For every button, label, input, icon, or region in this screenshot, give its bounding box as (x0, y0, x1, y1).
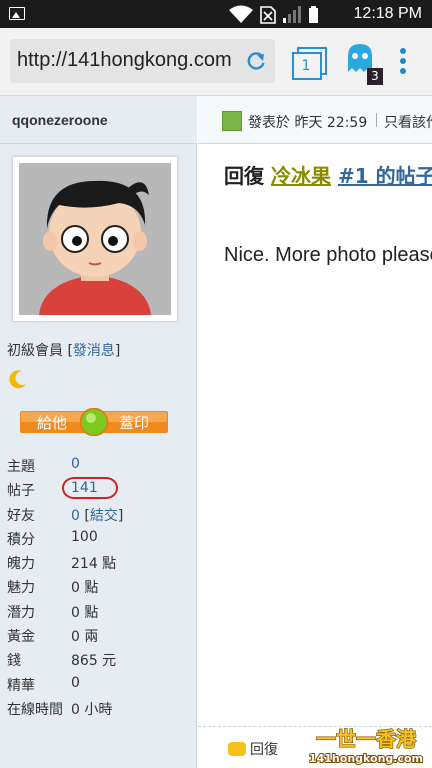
url-text[interactable]: http://141hongkong.com (17, 49, 243, 72)
reload-icon[interactable] (245, 50, 267, 72)
stamp-button[interactable]: 給他 蓋印 (20, 408, 168, 436)
stat-row-potential: 潛力 0 點 (7, 600, 192, 624)
author-header: qqonezeroone (0, 96, 197, 144)
no-sim-icon (260, 6, 276, 24)
stat-label: 好友 (7, 507, 35, 524)
menu-dot-icon (400, 58, 406, 64)
stat-label: 在線時間 (7, 701, 63, 718)
tabs-button[interactable]: 1 (292, 46, 328, 82)
stat-label: 黃金 (7, 629, 35, 646)
menu-dot-icon (400, 48, 406, 54)
stat-row-gold: 黃金 0 兩 (7, 624, 192, 648)
reply-button[interactable]: 回復 (228, 739, 278, 759)
stat-label: 魄力 (7, 556, 35, 573)
browser-toolbar: http://141hongkong.com 1 3 (0, 28, 432, 96)
author-username[interactable]: qqonezeroone (12, 112, 108, 128)
stat-value[interactable]: 141 (71, 480, 98, 496)
stat-label: 主題 (7, 459, 35, 475)
reply-icon (228, 742, 246, 756)
stat-label: 潛力 (7, 604, 35, 621)
avatar[interactable] (12, 156, 178, 322)
stat-label: 帖子 (7, 483, 35, 500)
stat-value[interactable]: 0 (71, 508, 80, 524)
stamp-left-text: 給他 (37, 414, 67, 432)
moon-icon (9, 370, 27, 389)
stamp-right-text: 蓋印 (119, 414, 149, 432)
overflow-menu-button[interactable] (395, 48, 411, 80)
stat-value: 0 (71, 674, 80, 691)
status-bar: 12:18 PM (0, 0, 432, 28)
post-meta-bar: 發表於 昨天 22:59 只看該作者 (198, 96, 432, 144)
wifi-icon (229, 5, 255, 23)
stat-row-friends: 好友 0 [結交] (7, 503, 192, 527)
divider (376, 113, 377, 127)
online-status-icon (222, 111, 242, 131)
url-bar[interactable]: http://141hongkong.com (10, 39, 275, 83)
stat-row-courage: 魄力 214 點 (7, 551, 192, 575)
stat-label: 積分 (7, 531, 35, 548)
reply-user-link[interactable]: 冷冰果 (271, 164, 331, 188)
stat-value: 865 元 (71, 653, 117, 670)
author-sidebar: qqonezeroone 初級會員 [發消息] 給他 蓋印 主題 0 帖子 14… (0, 96, 197, 768)
stat-label: 魅力 (7, 580, 35, 597)
site-watermark-logo: 一世一香港 141hongkong.com (308, 726, 424, 766)
only-view-author-link[interactable]: 只看該作者 (384, 112, 432, 132)
stat-row-posts: 帖子 141 (7, 477, 192, 502)
send-message-link[interactable]: 發消息 (73, 343, 115, 359)
forum-page: qqonezeroone 初級會員 [發消息] 給他 蓋印 主題 0 帖子 14… (0, 96, 432, 768)
tab-count: 1 (301, 58, 311, 74)
stat-value: 214 點 (71, 556, 117, 573)
post-body: 回復 冷冰果 #1 的帖子 Nice. More photo please (198, 146, 432, 746)
stat-value[interactable]: 0 (71, 456, 80, 472)
image-notification-icon (9, 7, 25, 20)
menu-dot-icon (400, 68, 406, 74)
stat-row-money: 錢 865 元 (7, 648, 192, 672)
signal-icon (283, 6, 301, 23)
stat-value: 100 (71, 528, 98, 545)
member-info: 初級會員 [發消息] (7, 343, 121, 359)
add-friend-link[interactable]: 結交 (90, 508, 118, 524)
status-icons (229, 5, 318, 24)
watermark-title: 一世一香港 (316, 727, 417, 751)
stat-value: 0 點 (71, 604, 99, 621)
reply-prefix: 回復 (224, 164, 264, 188)
stat-row-online-time: 在線時間 0 小時 (7, 697, 192, 721)
clock: 12:18 PM (353, 5, 422, 22)
reply-ref-link[interactable]: #1 的帖子 (338, 164, 432, 188)
post-timestamp: 發表於 昨天 22:59 (248, 115, 368, 131)
stat-label: 錢 (7, 653, 21, 670)
post-content: Nice. More photo please (224, 244, 432, 266)
member-level: 初級會員 (7, 343, 63, 359)
stat-row-charm: 魅力 0 點 (7, 575, 192, 599)
watermark-url: 141hongkong.com (309, 752, 423, 765)
stat-row-points: 積分 100 (7, 527, 192, 551)
reply-label: 回復 (250, 742, 278, 758)
reply-heading: 回復 冷冰果 #1 的帖子 (224, 160, 432, 189)
stat-value: 0 點 (71, 580, 99, 597)
ghost-badge: 3 (367, 68, 383, 85)
stat-value-wrap: 0 [結交] (71, 507, 124, 524)
stat-value: 0 兩 (71, 629, 99, 646)
avatar-image (19, 163, 171, 315)
stat-value: 0 小時 (71, 701, 113, 718)
stat-row-essence: 精華 0 (7, 673, 192, 697)
battery-icon (309, 6, 318, 23)
stat-label: 精華 (7, 677, 35, 694)
stat-row-topics: 主題 0 (7, 454, 192, 478)
author-stats: 主題 0 帖子 141 好友 0 [結交] 積分 100 魄力 214 點 魅力… (7, 454, 192, 721)
